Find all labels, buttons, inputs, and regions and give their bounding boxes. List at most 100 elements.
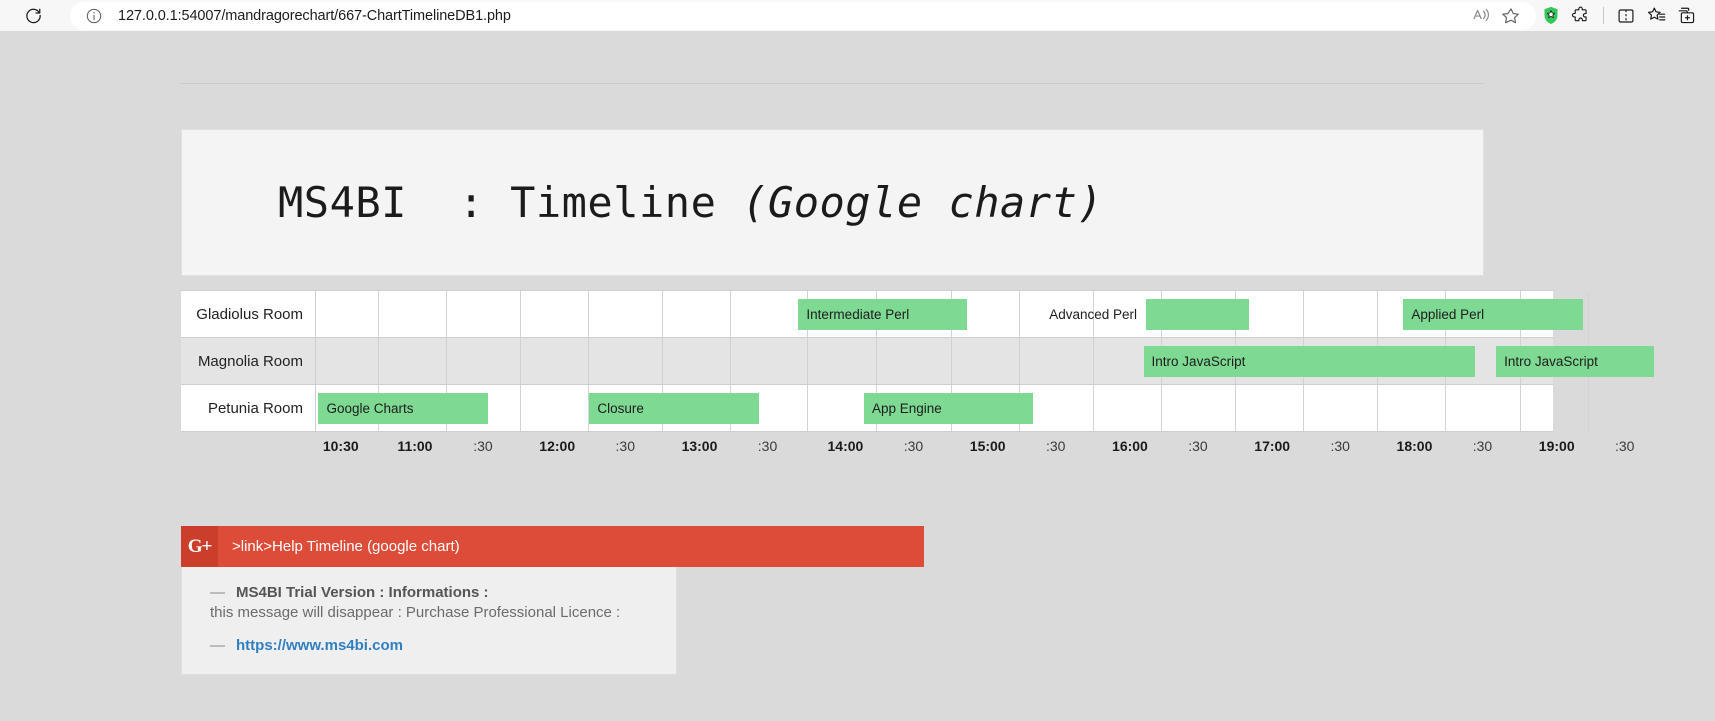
split-screen-icon[interactable] xyxy=(1611,1,1641,31)
address-bar[interactable]: 127.0.0.1:54007/mandragorechart/667-Char… xyxy=(70,1,1536,31)
axis-tick-label: 12:00 xyxy=(539,438,576,454)
ms4bi-website-link[interactable]: https://www.ms4bi.com xyxy=(236,634,403,657)
axis-tick-label: 13:00 xyxy=(681,438,718,454)
timeline-row-label: Magnolia Room xyxy=(181,338,316,384)
timeline-bar-label: Google Charts xyxy=(326,401,414,416)
timeline-gridline xyxy=(807,385,809,431)
timeline-gridline xyxy=(377,291,379,337)
timeline-bar[interactable]: Applied Perl xyxy=(1403,299,1583,330)
timeline-row: Petunia Room Google Charts Closure App Engi… xyxy=(181,385,1589,432)
google-plus-icon: G+ xyxy=(181,526,218,567)
timeline-gridline xyxy=(1303,385,1305,431)
bullet-dash: — xyxy=(210,584,225,601)
timeline-gridline xyxy=(1092,385,1094,431)
timeline-gridline xyxy=(662,338,664,384)
timeline-gridline xyxy=(1377,385,1379,431)
timeline-row-lane: Google Charts Closure App Engine xyxy=(316,385,1589,431)
timeline-row-label: Petunia Room xyxy=(181,385,316,431)
timeline-gridline xyxy=(1519,385,1521,431)
timeline-bar-label: Advanced Perl xyxy=(1049,307,1138,322)
url-text[interactable]: 127.0.0.1:54007/mandragorechart/667-Char… xyxy=(118,8,511,24)
axis-tick-label: :30 xyxy=(1330,438,1350,454)
axis-tick-label: 15:00 xyxy=(969,438,1006,454)
timeline-row-lane: Intermediate Perl Advanced Perl Applied Pe… xyxy=(316,291,1589,337)
timeline-gridline xyxy=(1445,385,1447,431)
timeline-gridline xyxy=(1377,291,1379,337)
axis-tick-label: :30 xyxy=(757,438,778,454)
timeline-row-label: Gladiolus Room xyxy=(181,291,316,337)
axis-tick-label: :30 xyxy=(1188,438,1208,454)
reload-icon[interactable] xyxy=(18,1,48,31)
timeline-bar[interactable]: Intermediate Perl xyxy=(798,299,967,330)
top-divider xyxy=(181,83,1484,84)
page-title: MS4BI : Timeline (Google chart) xyxy=(278,178,1103,227)
trial-info-message: this message will disappear : Purchase P… xyxy=(210,604,621,622)
timeline-gridline xyxy=(662,291,664,337)
axis-tick-label: 10:30 xyxy=(322,438,359,454)
timeline-row: Magnolia Room Intro JavaScript Intro JavaS… xyxy=(181,338,1655,385)
timeline-bar[interactable]: Advanced Perl xyxy=(1049,299,1249,330)
timeline-axis: 10:30 11:00 :30 12:00 :30 13:00 :30 14:00 :30 15:… xyxy=(181,432,1635,464)
axis-tick-label: 14:00 xyxy=(827,438,864,454)
timeline-chart: Gladiolus Room Intermediate Perl Advanced … xyxy=(181,290,1655,464)
trial-info-heading: MS4BI Trial Version : Informations : xyxy=(236,584,489,601)
axis-tick-label: :30 xyxy=(1472,438,1493,454)
timeline-gridline xyxy=(1587,385,1589,431)
timeline-gridline xyxy=(445,291,447,337)
tracking-protection-shield-icon[interactable] xyxy=(1536,1,1566,31)
bullet-dash: — xyxy=(210,637,225,655)
help-timeline-label[interactable]: >link>Help Timeline (google chart) xyxy=(218,526,460,567)
timeline-gridline xyxy=(730,291,732,337)
timeline-bar[interactable]: App Engine xyxy=(863,393,1034,424)
timeline-gridline xyxy=(807,338,809,384)
timeline-gridline xyxy=(588,291,590,337)
toolbar-divider xyxy=(1603,7,1604,24)
timeline-gridline xyxy=(520,338,522,384)
site-info-icon[interactable] xyxy=(84,6,104,26)
timeline-row-lane: Intro JavaScript Intro JavaScript xyxy=(316,338,1655,384)
axis-tick-label: 16:00 xyxy=(1112,438,1148,454)
timeline-bar-label: Closure xyxy=(597,401,644,416)
add-favorite-star-icon[interactable] xyxy=(1496,1,1526,31)
timeline-bar-label: App Engine xyxy=(871,401,942,416)
timeline-bar[interactable]: Google Charts xyxy=(318,393,488,424)
timeline-bar-label: Applied Perl xyxy=(1411,307,1485,322)
timeline-bar-label: Intro JavaScript xyxy=(1151,354,1246,369)
help-timeline-banner[interactable]: G+ >link>Help Timeline (google chart) xyxy=(181,526,924,567)
timeline-gridline xyxy=(730,338,732,384)
timeline-gridline xyxy=(377,338,379,384)
read-aloud-icon[interactable] xyxy=(1466,1,1496,31)
timeline-gridline xyxy=(1018,338,1020,384)
extensions-puzzle-icon[interactable] xyxy=(1566,1,1596,31)
collections-icon[interactable] xyxy=(1671,1,1701,31)
page-body: MS4BI : Timeline (Google chart) Gladiolu… xyxy=(0,31,1715,721)
favorites-list-icon[interactable] xyxy=(1641,1,1671,31)
timeline-gridline xyxy=(876,338,878,384)
trial-info-heading-line: — MS4BI Trial Version : Informations : xyxy=(182,581,676,604)
timeline-bar[interactable]: Closure xyxy=(589,393,759,424)
timeline-bar[interactable]: Intro JavaScript xyxy=(1143,346,1476,377)
timeline-row: Gladiolus Room Intermediate Perl Advanced … xyxy=(181,291,1589,338)
timeline-rows: Gladiolus Room Intermediate Perl Advanced … xyxy=(181,290,1655,432)
timeline-gridline xyxy=(1160,385,1162,431)
trial-info-link-line: — https://www.ms4bi.com xyxy=(182,634,676,657)
axis-tick-label: 11:00 xyxy=(397,438,433,454)
browser-toolbar: 127.0.0.1:54007/mandragorechart/667-Char… xyxy=(0,0,1715,31)
timeline-gridline xyxy=(588,338,590,384)
timeline-bar-label: Intermediate Perl xyxy=(806,307,910,322)
timeline-gridline xyxy=(1235,385,1237,431)
timeline-bar-label: Intro JavaScript xyxy=(1504,354,1598,369)
timeline-gridline xyxy=(1018,291,1020,337)
timeline-gridline xyxy=(1303,291,1305,337)
page-title-panel: MS4BI : Timeline (Google chart) xyxy=(181,129,1484,276)
timeline-gridline xyxy=(520,385,522,431)
timeline-bar[interactable]: Intro JavaScript xyxy=(1496,346,1655,377)
page-content: MS4BI : Timeline (Google chart) Gladiolu… xyxy=(181,31,1655,675)
trial-info-box: — MS4BI Trial Version : Informations : t… xyxy=(181,567,677,675)
axis-tick-label: :30 xyxy=(473,438,493,454)
timeline-gridline xyxy=(1587,291,1589,337)
page-title-italic: (Google chart) xyxy=(742,178,1104,227)
timeline-gridline xyxy=(950,338,952,384)
axis-tick-label: 18:00 xyxy=(1396,438,1433,454)
browser-toolbar-actions xyxy=(1536,1,1701,31)
